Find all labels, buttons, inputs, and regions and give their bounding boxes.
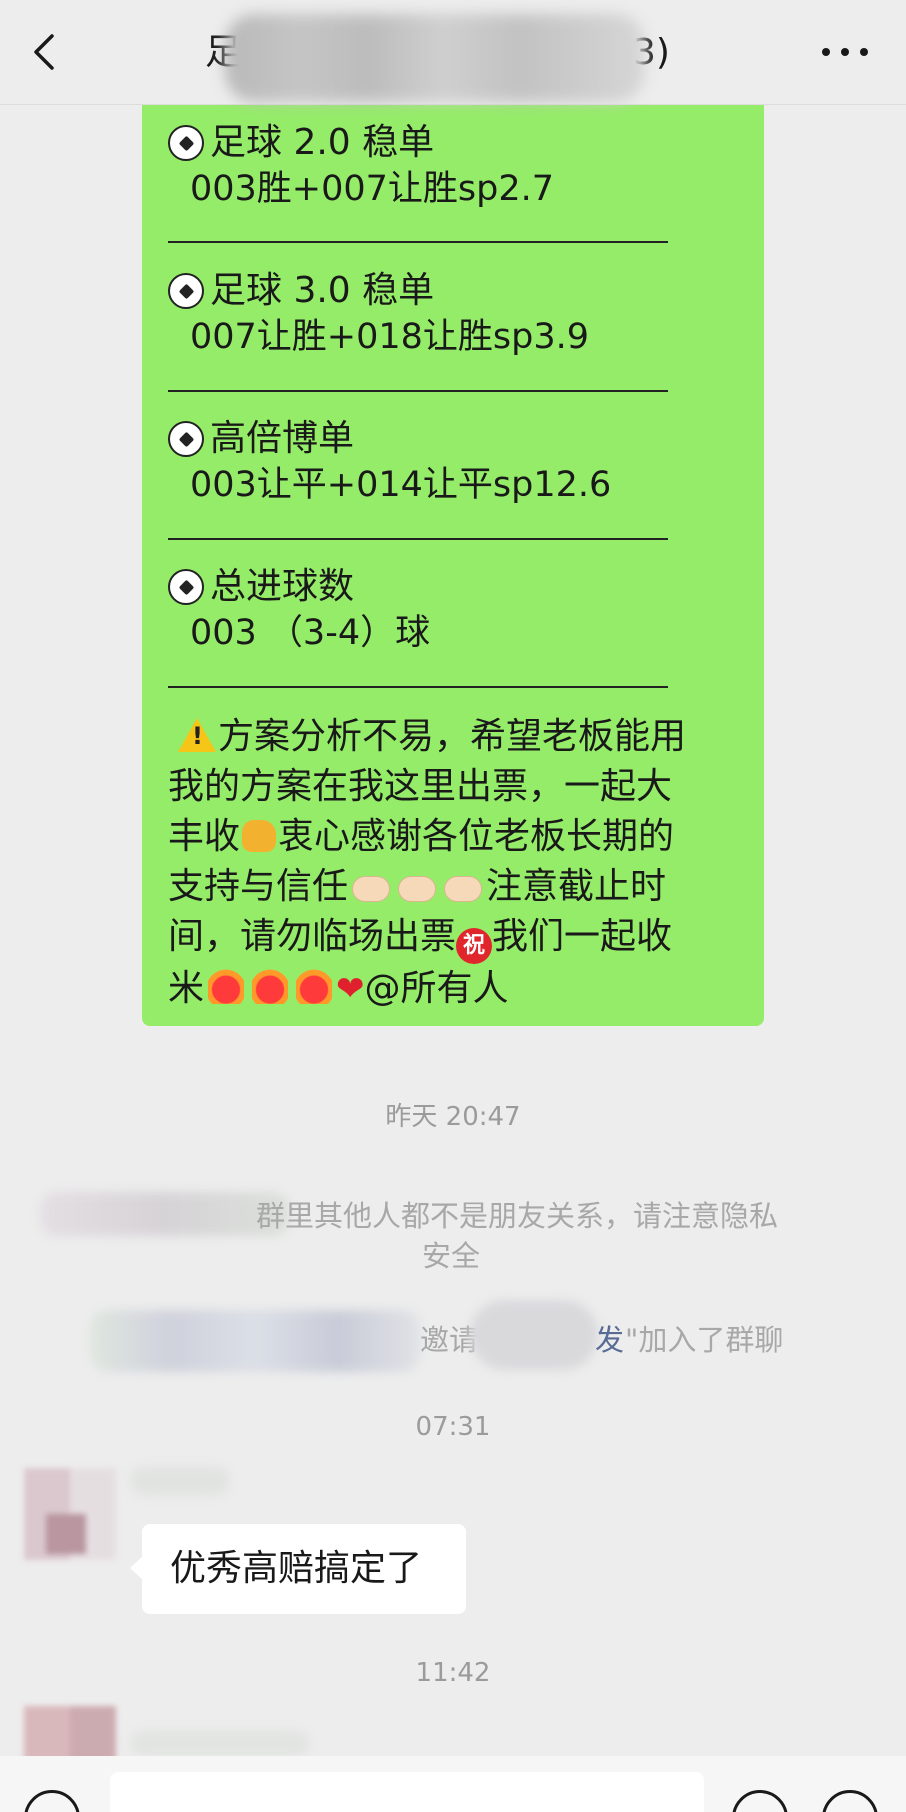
notice-line: 米 [168,968,205,1009]
incoming-message-bubble[interactable]: 优秀高赔搞定了 [130,1524,466,1614]
zhu-blessing-icon: 祝 [456,928,493,964]
title-redaction [225,14,645,102]
section-body: 003 （3-4）球 [190,613,431,653]
sender-name-redaction [130,1730,310,1756]
notice-line: 我们一起收 [492,916,673,957]
timestamp: 昨天 20:47 [385,1102,521,1132]
sender-name-redaction [130,1466,230,1496]
handshake-icon [444,876,483,902]
handshake-icon [352,876,391,902]
timestamp: 07:31 [415,1412,491,1442]
heart-on-fire-icon [252,968,289,1004]
notice-line: 方案分析不易，希望老板能用 [218,716,687,757]
chat-header: 足 3) [0,0,906,105]
handshake-icon [398,876,437,902]
notice-text: 方案分析不易，希望老板能用 我的方案在我这里出票，一起大 丰收衷心感谢各位老板长… [168,712,748,1014]
section-body: 003让平+014让平sp12.6 [190,465,612,505]
heart-on-fire-icon [208,968,245,1004]
privacy-notice-line2: 安全 [422,1239,481,1273]
voice-icon[interactable] [24,1790,80,1812]
chevron-left-icon[interactable] [26,30,66,74]
heart-on-fire-icon [296,968,333,1004]
section-title: 总进球数 [210,566,355,607]
section-body: 003胜+007让胜sp2.7 [190,169,555,209]
message-section: 足球 2.0 稳单 003胜+007让胜sp2.7 [168,120,688,212]
invitee-name-link[interactable]: 发 [595,1320,624,1360]
section-body: 007让胜+018让胜sp3.9 [190,317,590,357]
emoji-icon[interactable] [732,1790,788,1812]
notice-line: 衷心感谢各位老板长期的 [278,816,675,857]
timestamp: 11:42 [415,1658,491,1688]
divider-line [168,686,668,688]
notice-line: 支持与信任 [168,866,349,907]
outgoing-message-bubble[interactable]: 足球 2.0 稳单 003胜+007让胜sp2.7 足球 3.0 稳单 007让… [142,104,764,1026]
soccer-ball-icon [168,569,204,605]
message-input[interactable] [110,1772,704,1812]
invitee-redaction [470,1300,598,1370]
section-title: 足球 3.0 稳单 [210,270,435,311]
divider-line [168,241,668,243]
mention-all[interactable]: @所有人 [365,968,509,1009]
invite-prefix: 邀请 [420,1323,479,1357]
section-title: 高倍博单 [210,418,355,459]
warning-icon [178,718,216,752]
plus-icon[interactable] [822,1790,878,1812]
inviter-redaction [90,1310,420,1372]
soccer-ball-icon [168,273,204,309]
fist-bump-icon [242,820,277,852]
notice-line: 间，请勿临场出票 [168,916,457,957]
notice-line: 我的方案在我这里出票，一起大 [168,766,673,807]
soccer-ball-icon [168,421,204,457]
section-title: 足球 2.0 稳单 [210,122,435,163]
divider-line [168,390,668,392]
notice-line: 丰收 [168,816,241,857]
invite-suffix: "加入了群聊 [625,1323,784,1357]
red-heart-icon: ❤ [336,969,365,1009]
message-section: 总进球数 003 （3-4）球 [168,564,688,656]
message-section: 高倍博单 003让平+014让平sp12.6 [168,416,688,508]
message-section: 足球 3.0 稳单 007让胜+018让胜sp3.9 [168,268,688,360]
avatar[interactable] [24,1468,116,1560]
soccer-ball-icon [168,125,204,161]
name-redaction [40,1192,290,1236]
chat-input-bar [0,1756,906,1812]
notice-line: 注意截止时 [486,866,667,907]
more-dots-icon[interactable] [820,42,870,62]
privacy-notice-line1: 群里其他人都不是朋友关系，请注意隐私 [256,1199,779,1233]
divider-line [168,538,668,540]
